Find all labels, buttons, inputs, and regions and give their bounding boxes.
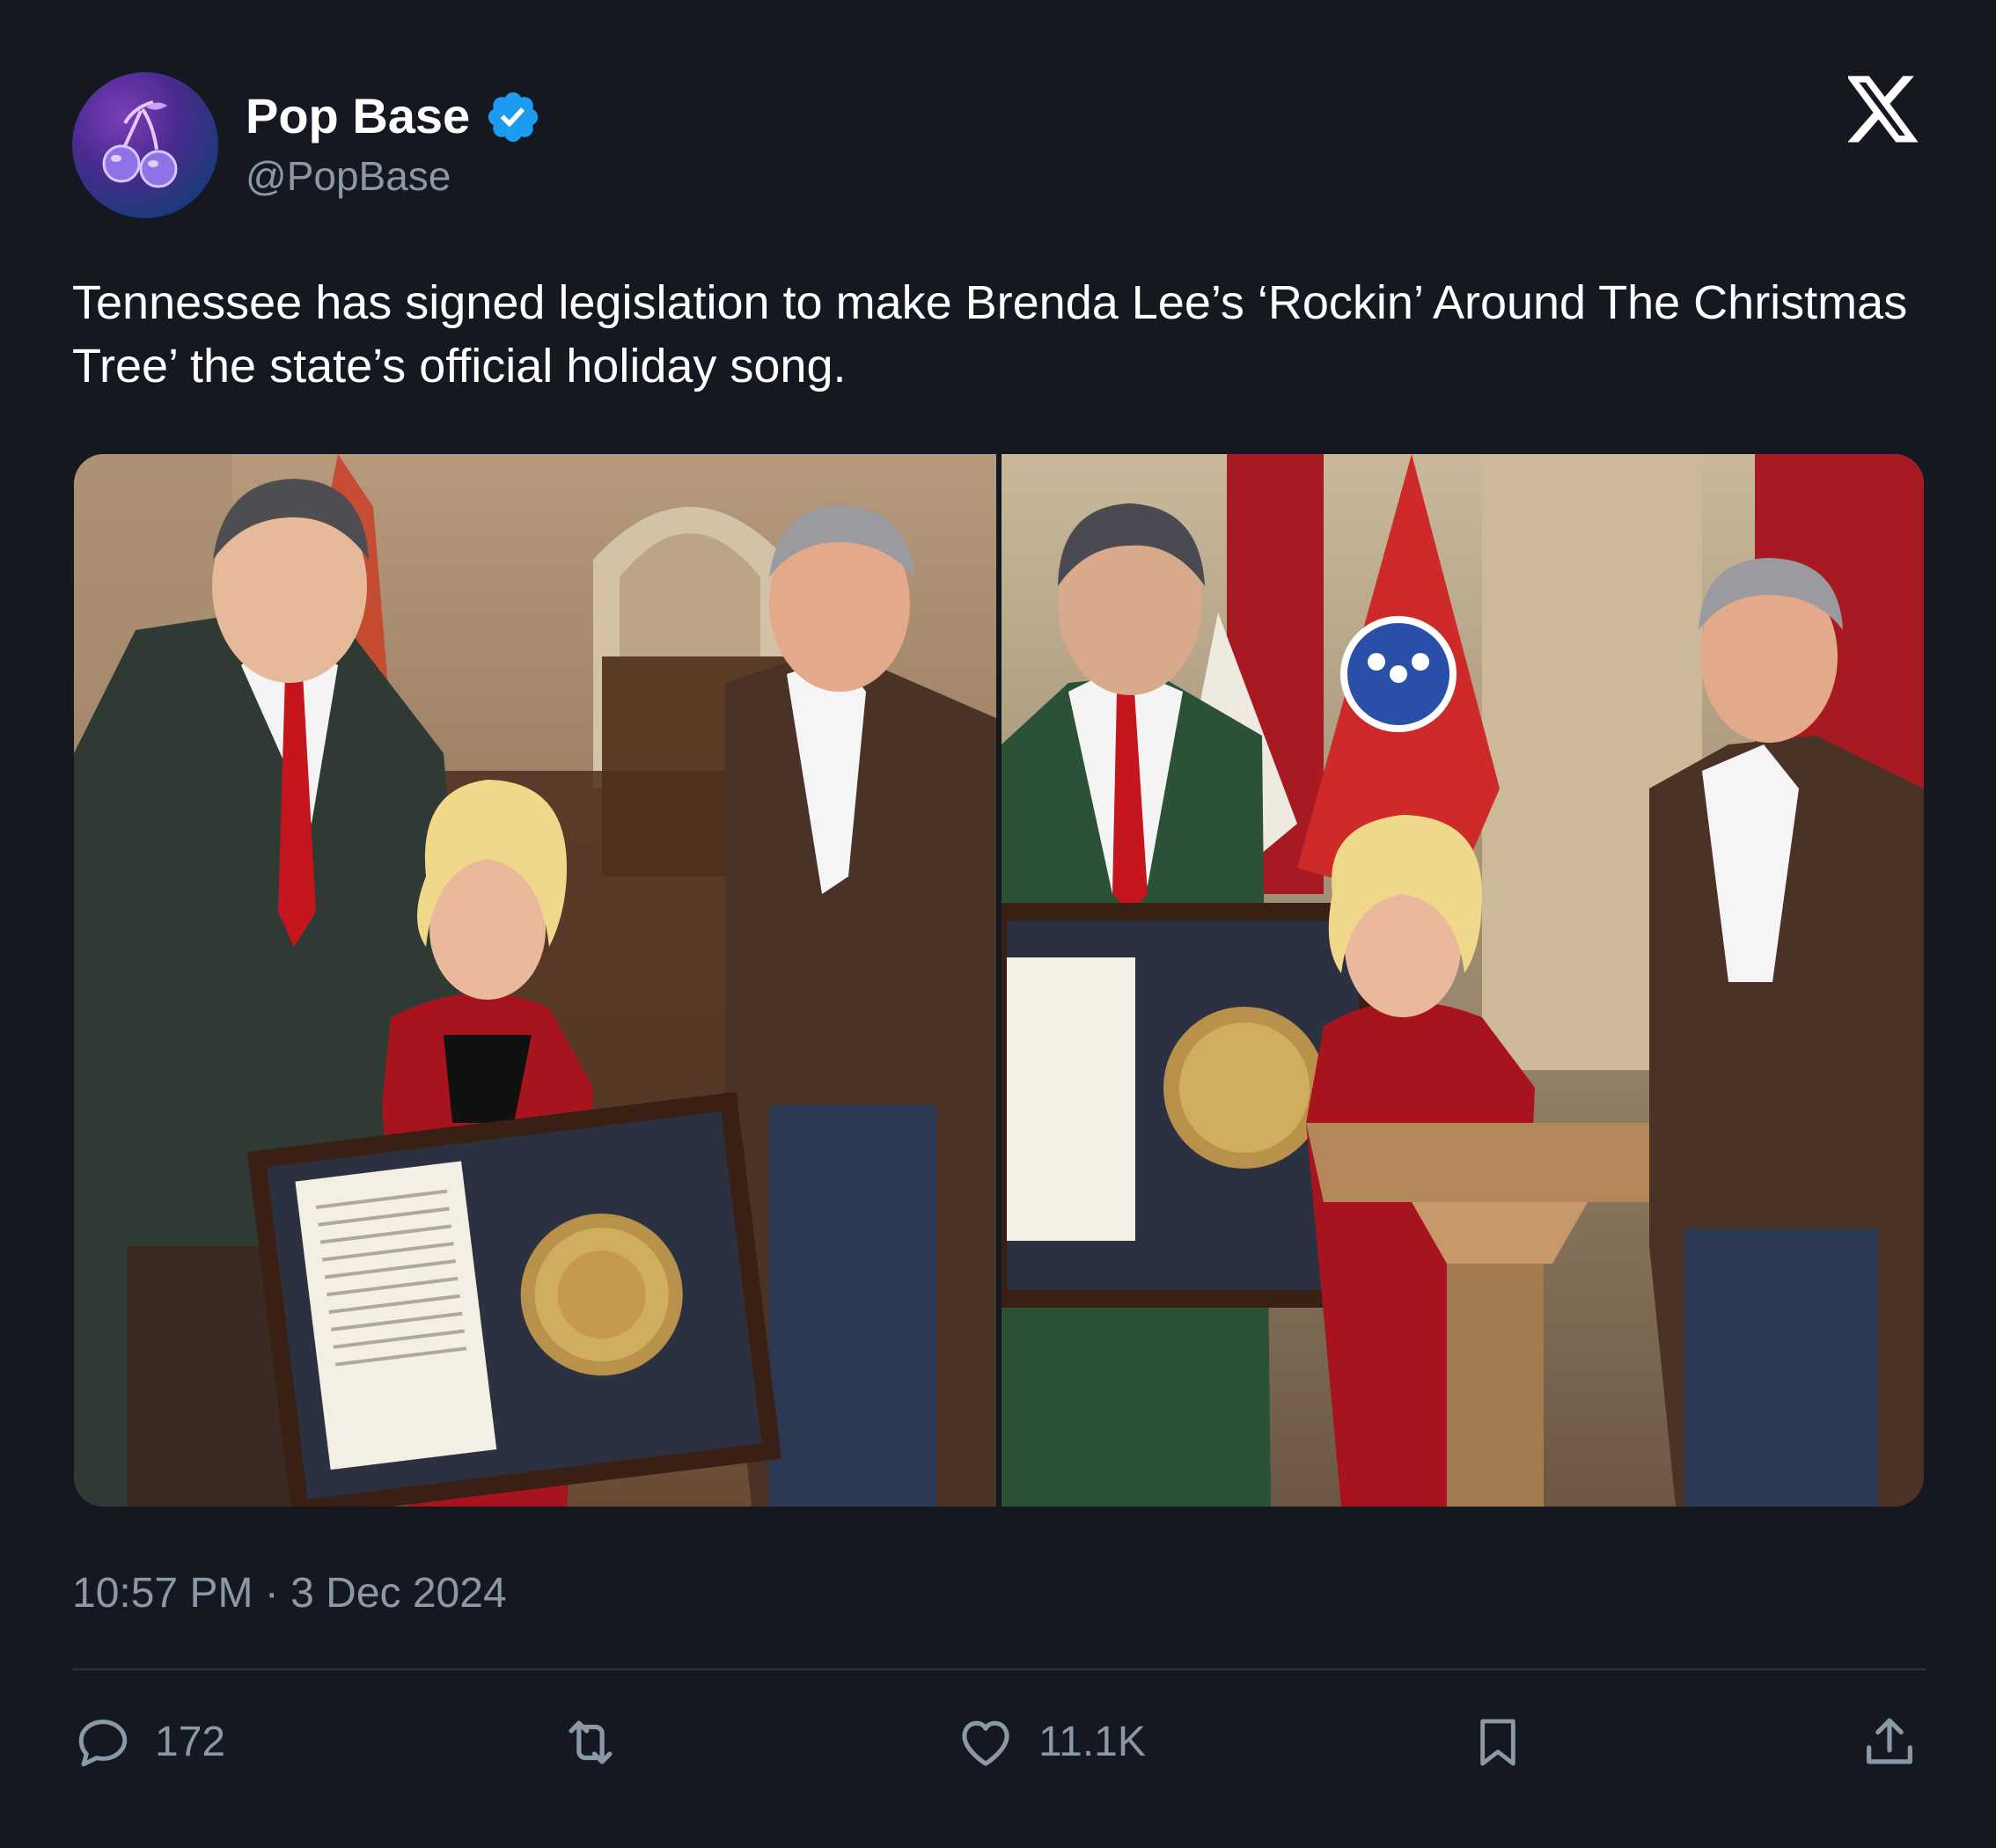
author-handle[interactable]: @PopBase xyxy=(246,150,451,202)
photo-left xyxy=(74,454,996,1507)
tweet-timestamp[interactable]: 10:57 PM · 3 Dec 2024 xyxy=(72,1566,507,1621)
tweet-media[interactable] xyxy=(74,454,1924,1507)
reply-count: 172 xyxy=(155,1719,226,1765)
share-button[interactable] xyxy=(1859,1707,1920,1778)
like-count: 11.1K xyxy=(1038,1719,1146,1765)
photo-right xyxy=(1002,454,1924,1507)
bookmark-button[interactable] xyxy=(1470,1707,1526,1778)
reply-button[interactable]: 172 xyxy=(74,1707,225,1778)
like-button[interactable]: 11.1K xyxy=(956,1707,1146,1778)
tweet-date: 3 Dec 2024 xyxy=(290,1570,507,1617)
timestamp-separator: · xyxy=(264,1570,279,1617)
cherries-icon xyxy=(102,100,178,188)
tweet-text: Tennessee has signed legislation to make… xyxy=(72,276,1908,392)
author-display-name[interactable]: Pop Base xyxy=(246,85,470,147)
divider xyxy=(72,1668,1926,1670)
heart-icon xyxy=(962,1720,1009,1766)
tweet-time: 10:57 PM xyxy=(72,1570,253,1617)
retweet-icon xyxy=(569,1720,613,1764)
verified-badge-icon xyxy=(488,92,539,143)
reply-icon xyxy=(78,1720,128,1767)
share-icon xyxy=(1867,1718,1912,1764)
x-logo-icon[interactable] xyxy=(1848,76,1920,143)
avatar[interactable] xyxy=(72,72,218,218)
bookmark-icon xyxy=(1480,1719,1515,1766)
retweet-button[interactable] xyxy=(560,1707,621,1778)
tweet-photos xyxy=(74,454,1924,1507)
